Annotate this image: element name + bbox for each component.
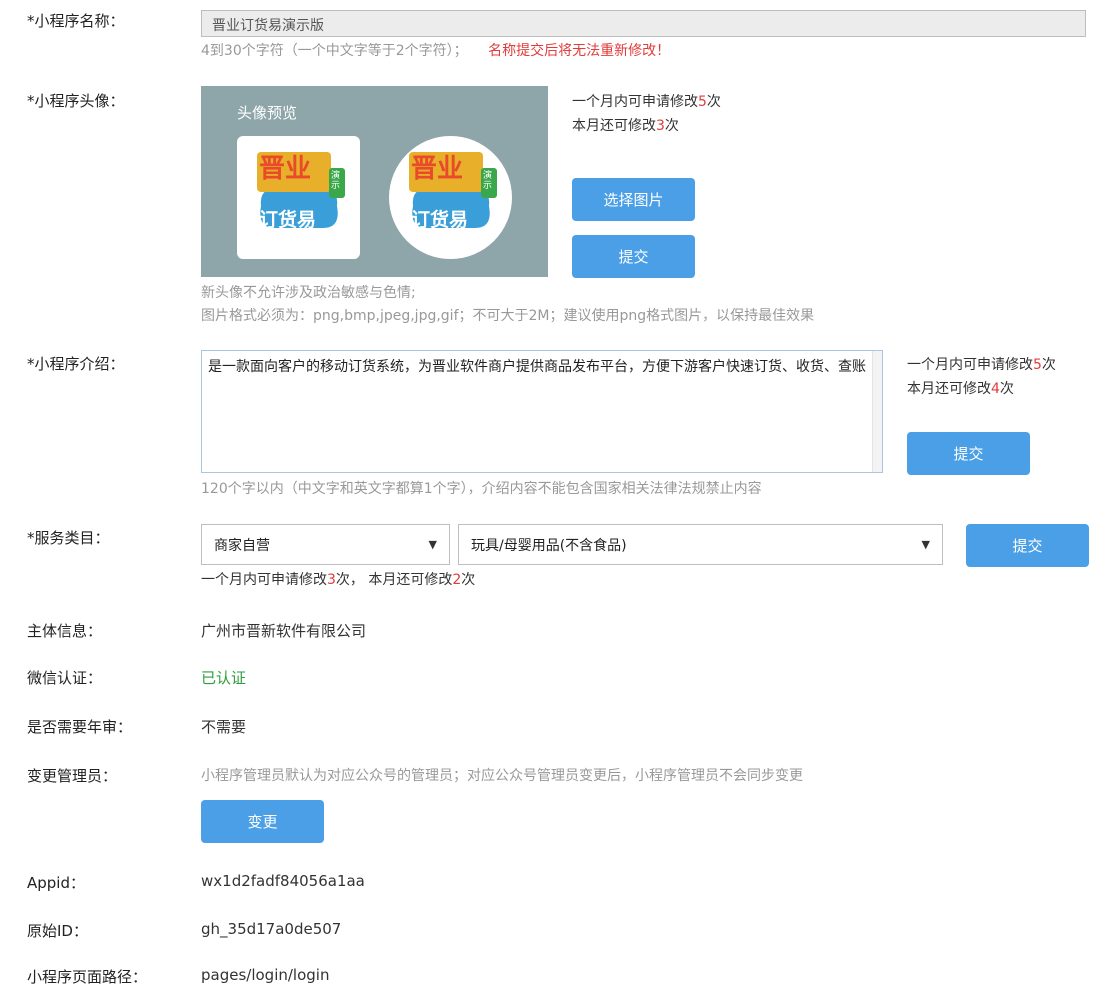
logo-text-bottom: 订货易	[411, 209, 469, 231]
annual-review-label: 是否需要年审：	[27, 718, 133, 736]
dropdown-arrow-icon: ▼	[428, 538, 437, 551]
admin-note: 小程序管理员默认为对应公众号的管理员；对应公众号管理员变更后，小程序管理员不会同…	[201, 768, 803, 784]
category-secondary-select[interactable]: 玩具/母婴用品(不含食品) ▼	[458, 524, 943, 565]
choose-image-button[interactable]: 选择图片	[572, 178, 695, 221]
logo-text-top: 晋业	[411, 154, 464, 184]
avatar-submit-button[interactable]: 提交	[572, 235, 695, 278]
intro-submit-button[interactable]: 提交	[907, 432, 1030, 475]
category-limit-prefix: 一个月内可申请修改	[201, 572, 327, 588]
avatar-limit-suffix: 次	[706, 94, 721, 110]
avatar-preview-title: 头像预览	[237, 104, 298, 122]
avatar-round-preview: 晋业 演示 订货易	[389, 136, 512, 259]
category-remain-count: 2	[452, 572, 462, 588]
intro-remain-suffix: 次	[999, 381, 1014, 397]
appid-value: wx1d2fadf84056a1aa	[201, 872, 365, 890]
name-hint: 4到30个字符（一个中文字等于2个字符）； 名称提交后将无法重新修改！	[201, 40, 670, 60]
subject-value: 广州市晋新软件有限公司	[201, 622, 367, 640]
intro-hint: 120个字以内（中文字和英文字都算1个字），介绍内容不能包含国家相关法律法规禁止…	[201, 481, 762, 497]
intro-limit-info: 一个月内可申请修改5次 本月还可修改4次	[907, 353, 1056, 401]
name-field[interactable]: 晋业订货易演示版	[201, 10, 1086, 37]
intro-remain-count: 4	[991, 381, 1000, 397]
intro-textarea[interactable]: 是一款面向客户的移动订货系统，为晋业软件商户提供商品发布平台，方便下游客户快速订…	[201, 350, 883, 473]
intro-label: *小程序介绍：	[27, 355, 125, 373]
name-hint-text: 4到30个字符（一个中文字等于2个字符）；	[201, 43, 468, 59]
intro-remain-line: 本月还可修改4次	[907, 377, 1056, 401]
logo-text-top: 晋业	[259, 154, 312, 184]
wechat-verify-label: 微信认证：	[27, 669, 103, 687]
avatar-limit-prefix: 一个月内可申请修改	[572, 94, 698, 110]
intro-limit-prefix: 一个月内可申请修改	[907, 357, 1033, 373]
dropdown-arrow-icon: ▼	[921, 538, 930, 551]
avatar-remain-line: 本月还可修改3次	[572, 114, 721, 138]
logo-badge: 演示	[483, 171, 493, 191]
avatar-remain-prefix: 本月还可修改	[572, 118, 656, 134]
name-label: *小程序名称：	[27, 12, 125, 30]
category-secondary-value: 玩具/母婴用品(不含食品)	[471, 537, 627, 554]
category-primary-select[interactable]: 商家自营 ▼	[201, 524, 450, 565]
appid-label: Appid：	[27, 874, 85, 892]
category-limit-count: 3	[327, 572, 336, 588]
avatar-square-preview: 晋业 演示 订货易	[237, 136, 360, 259]
category-limit-info: 一个月内可申请修改3次， 本月还可修改2次	[201, 569, 475, 589]
avatar-remain-suffix: 次	[664, 118, 679, 134]
page-path-value: pages/login/login	[201, 966, 330, 984]
wechat-verify-status: 已认证	[201, 669, 247, 687]
change-admin-button[interactable]: 变更	[201, 800, 324, 843]
admin-label: 变更管理员：	[27, 767, 118, 785]
category-label: *服务类目：	[27, 529, 110, 547]
name-warning: 名称提交后将无法重新修改！	[488, 43, 671, 59]
logo-text-bottom: 订货易	[259, 209, 317, 231]
original-id-value: gh_35d17a0de507	[201, 920, 342, 938]
original-id-label: 原始ID：	[27, 922, 88, 940]
avatar-limit-count: 5	[698, 94, 707, 110]
avatar-limit-info: 一个月内可申请修改5次 本月还可修改3次	[572, 90, 721, 138]
category-primary-value: 商家自营	[214, 537, 270, 554]
intro-limit-count: 5	[1033, 357, 1042, 373]
avatar-label: *小程序头像：	[27, 92, 125, 110]
avatar-preview-panel: 头像预览 晋业 演示 订货易 晋业 演示 订货易	[201, 86, 548, 277]
category-limit-mid: 次， 本月还可修改	[335, 572, 453, 588]
annual-review-value: 不需要	[201, 718, 247, 736]
avatar-limit-line: 一个月内可申请修改5次	[572, 90, 721, 114]
intro-text: 是一款面向客户的移动订货系统，为晋业软件商户提供商品发布平台，方便下游客户快速订…	[208, 359, 866, 375]
intro-limit-line: 一个月内可申请修改5次	[907, 353, 1056, 377]
category-submit-button[interactable]: 提交	[966, 524, 1089, 567]
intro-remain-prefix: 本月还可修改	[907, 381, 991, 397]
category-remain-suffix: 次	[461, 572, 476, 588]
subject-label: 主体信息：	[27, 622, 103, 640]
logo-badge: 演示	[331, 171, 341, 191]
page-path-label: 小程序页面路径：	[27, 968, 148, 986]
avatar-note-1: 新头像不允许涉及政治敏感与色情;	[201, 285, 416, 301]
avatar-remain-count: 3	[656, 118, 665, 134]
avatar-note-2: 图片格式必须为：png,bmp,jpeg,jpg,gif；不可大于2M；建议使用…	[201, 308, 815, 324]
intro-limit-suffix: 次	[1041, 357, 1056, 373]
intro-scrollbar[interactable]	[872, 351, 882, 472]
